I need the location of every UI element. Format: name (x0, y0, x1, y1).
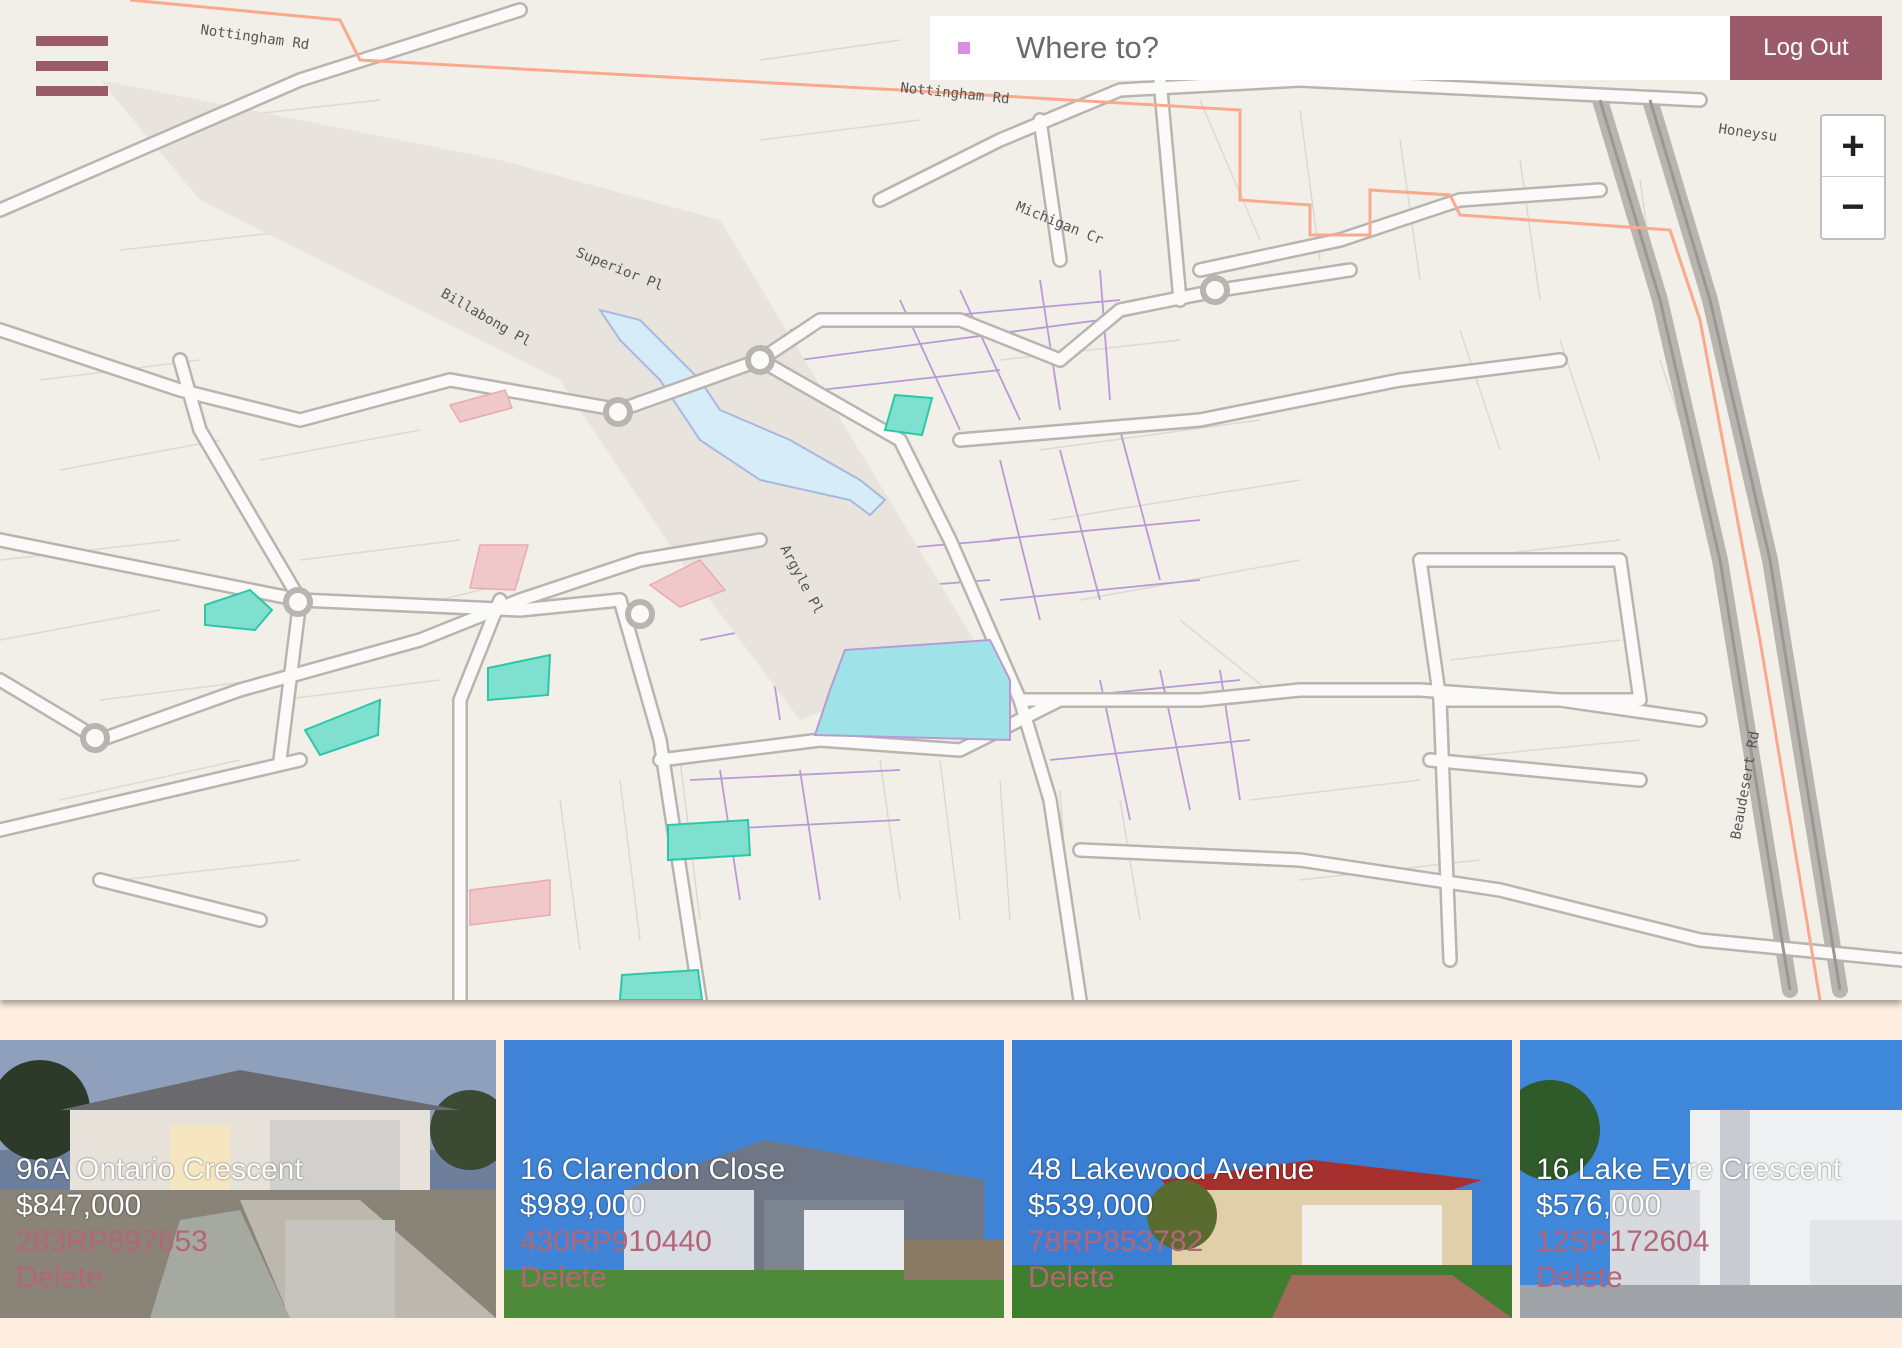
logout-button[interactable]: Log Out (1730, 16, 1882, 80)
search-bar[interactable] (930, 16, 1730, 80)
search-input[interactable] (1014, 29, 1698, 67)
listing-address: 48 Lakewood Avenue (1028, 1153, 1315, 1186)
parcel-teal[interactable] (618, 968, 704, 1000)
map-view[interactable]: Nottingham Rd Nottingham Rd Superior Pl … (0, 0, 1902, 1000)
listing-info: 48 Lakewood Avenue $539,000 78RP853782 D… (1028, 1152, 1314, 1296)
map-canvas[interactable]: Nottingham Rd Nottingham Rd Superior Pl … (0, 0, 1902, 1000)
listing-card[interactable]: 16 Clarendon Close $989,000 430RP910440 … (504, 1040, 1004, 1318)
location-marker-icon (958, 42, 970, 54)
listing-price: $539,000 (1028, 1189, 1154, 1222)
street-label: Nottingham Rd (199, 22, 310, 53)
parcel-teal[interactable] (487, 653, 552, 702)
zoom-in-button[interactable]: + (1822, 116, 1884, 177)
parcel-teal[interactable] (303, 698, 382, 757)
listing-card[interactable]: 16 Lake Eyre Crescent $576,000 12SP17260… (1520, 1040, 1902, 1318)
hamburger-menu-icon[interactable] (36, 36, 108, 96)
delete-button[interactable]: Delete (16, 1260, 303, 1296)
listing-address: 96A Ontario Crescent (16, 1153, 303, 1186)
listing-card[interactable]: 48 Lakewood Avenue $539,000 78RP853782 D… (1012, 1040, 1512, 1318)
parcel-red[interactable] (448, 389, 514, 423)
street-label: Nottingham Rd (900, 80, 1011, 107)
delete-button[interactable]: Delete (1028, 1260, 1314, 1296)
delete-button[interactable]: Delete (1536, 1260, 1841, 1296)
listing-info: 16 Lake Eyre Crescent $576,000 12SP17260… (1536, 1152, 1841, 1296)
street-label: Honeysu (1717, 121, 1778, 145)
listing-address: 16 Lake Eyre Crescent (1536, 1153, 1842, 1186)
parcel-teal[interactable] (883, 393, 934, 437)
listing-price: $576,000 (1536, 1189, 1662, 1222)
delete-button[interactable]: Delete (520, 1260, 785, 1296)
parcel-teal[interactable] (667, 818, 752, 862)
listing-price: $847,000 (16, 1189, 142, 1222)
listing-ref: 430RP910440 (520, 1225, 712, 1258)
listing-card[interactable]: 96A Ontario Crescent $847,000 283RP89765… (0, 1040, 496, 1318)
parcel-large-highlight[interactable] (813, 638, 1011, 742)
parcel-red[interactable] (469, 544, 529, 591)
listing-info: 96A Ontario Crescent $847,000 283RP89765… (16, 1152, 303, 1296)
zoom-out-button[interactable]: − (1822, 177, 1884, 237)
listing-ref: 283RP897653 (16, 1225, 208, 1258)
listing-address: 16 Clarendon Close (520, 1153, 786, 1186)
listing-cards: 96A Ontario Crescent $847,000 283RP89765… (0, 1040, 1902, 1318)
zoom-control: + − (1820, 114, 1886, 240)
listing-ref: 78RP853782 (1028, 1225, 1204, 1258)
listing-price: $989,000 (520, 1189, 646, 1222)
listing-ref: 12SP172604 (1536, 1225, 1710, 1258)
parcel-red[interactable] (469, 879, 551, 926)
listing-info: 16 Clarendon Close $989,000 430RP910440 … (520, 1152, 785, 1296)
